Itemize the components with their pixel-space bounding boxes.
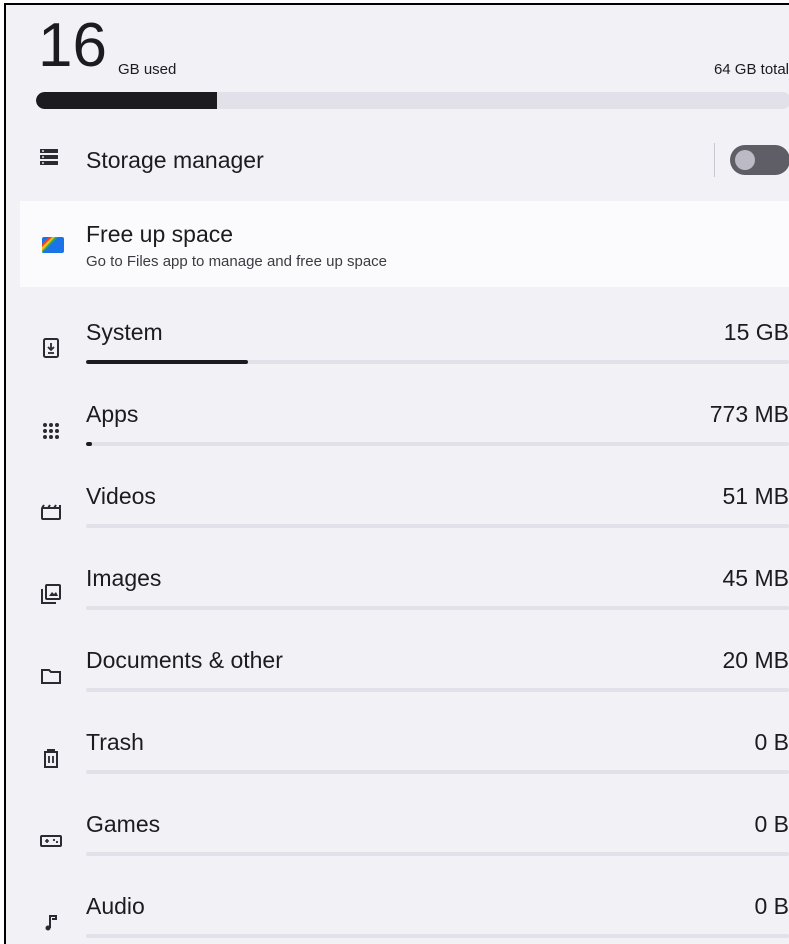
trash-icon <box>40 747 62 769</box>
category-usage-bar <box>86 852 789 856</box>
storage-summary: 16 GB used 64 GB total <box>6 5 789 115</box>
folder-icon <box>40 665 62 687</box>
category-row-documents[interactable]: Documents & other 20 MB <box>6 641 789 721</box>
free-up-space-subtitle: Go to Files app to manage and free up sp… <box>86 253 388 270</box>
category-row-videos[interactable]: Videos 51 MB <box>6 477 789 557</box>
storage-list-icon <box>40 149 58 165</box>
category-row-system[interactable]: System 15 GB <box>6 313 789 393</box>
toggle-knob <box>735 150 755 170</box>
category-row-images[interactable]: Images 45 MB <box>6 559 789 639</box>
category-usage-bar <box>86 524 789 528</box>
images-icon <box>40 583 62 605</box>
files-app-icon <box>42 235 64 253</box>
storage-manager-label: Storage manager <box>86 147 264 173</box>
apps-icon <box>40 419 62 441</box>
category-size: 0 B <box>754 893 789 919</box>
used-unit-label: GB used <box>118 61 177 78</box>
category-row-trash[interactable]: Trash 0 B <box>6 723 789 803</box>
category-label: Videos <box>86 483 156 509</box>
games-icon <box>40 829 62 851</box>
category-usage-bar <box>86 442 789 446</box>
category-row-audio[interactable]: Audio 0 B <box>6 887 789 944</box>
vertical-divider <box>714 143 715 177</box>
videos-icon <box>40 501 62 523</box>
category-label: Games <box>86 811 161 837</box>
category-label: Documents & other <box>86 647 283 673</box>
free-up-space-title: Free up space <box>86 221 234 247</box>
category-size: 45 MB <box>722 565 789 591</box>
category-row-apps[interactable]: Apps 773 MB <box>6 395 789 475</box>
category-label: Images <box>86 565 162 591</box>
category-row-games[interactable]: Games 0 B <box>6 805 789 885</box>
audio-icon <box>40 911 62 933</box>
category-size: 15 GB <box>723 319 789 345</box>
total-usage-fill <box>36 92 218 109</box>
storage-manager-row[interactable]: Storage manager <box>6 129 789 191</box>
category-usage-fill <box>86 442 92 446</box>
storage-manager-toggle[interactable] <box>730 145 789 175</box>
category-label: Apps <box>86 401 139 427</box>
system-icon <box>40 337 62 359</box>
category-usage-fill <box>86 360 248 364</box>
category-usage-bar <box>86 360 789 364</box>
category-usage-bar <box>86 688 789 692</box>
used-amount: 16 <box>38 11 107 80</box>
category-size: 0 B <box>754 729 789 755</box>
category-label: Trash <box>86 729 144 755</box>
category-size: 773 MB <box>709 401 789 427</box>
category-size: 51 MB <box>722 483 789 509</box>
total-usage-bar <box>36 92 789 109</box>
category-label: Audio <box>86 893 145 919</box>
category-label: System <box>86 319 163 345</box>
category-size: 20 MB <box>722 647 789 673</box>
category-size: 0 B <box>754 811 789 837</box>
free-up-space-card[interactable]: Free up space Go to Files app to manage … <box>20 201 789 287</box>
total-capacity-label: 64 GB total <box>713 61 789 78</box>
storage-settings-screen: 16 GB used 64 GB total Storage manager F… <box>4 3 789 944</box>
category-usage-bar <box>86 770 789 774</box>
category-usage-bar <box>86 606 789 610</box>
category-usage-bar <box>86 934 789 938</box>
